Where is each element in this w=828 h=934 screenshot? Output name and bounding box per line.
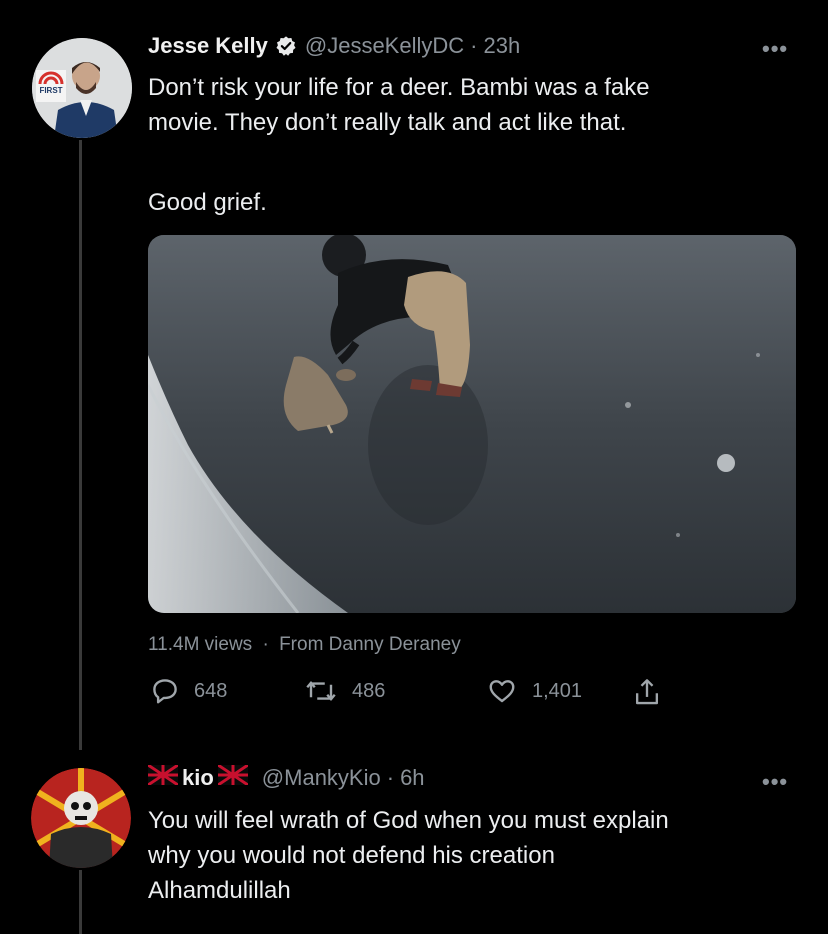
tweet-text: Don’t risk your life for a deer. Bambi w… xyxy=(148,70,650,140)
tweet-meta: 11.4M views · From Danny Deraney xyxy=(148,634,461,656)
header-separator: · xyxy=(470,33,478,58)
tweet-text-line: Don’t risk your life for a deer. Bambi w… xyxy=(148,74,650,101)
avatar-badge-text: FIRST xyxy=(39,86,63,95)
reply-count: 648 xyxy=(194,679,228,702)
reply-button[interactable]: 648 xyxy=(150,676,227,706)
more-options-button[interactable]: ••• xyxy=(762,36,788,62)
share-icon xyxy=(632,676,662,708)
reply-text-line: why you would not defend his creation xyxy=(148,842,555,869)
retweet-icon xyxy=(304,676,338,706)
like-icon xyxy=(486,676,518,706)
tweet-text-last-line: Good grief. xyxy=(148,189,267,216)
meta-separator: · xyxy=(262,634,269,655)
reply-more-options-button[interactable]: ••• xyxy=(762,769,788,795)
like-button[interactable]: 1,401 xyxy=(486,676,582,706)
retweet-button[interactable]: 486 xyxy=(304,676,385,706)
author-handle[interactable]: @JesseKellyDC xyxy=(305,33,464,59)
reply-author-avatar[interactable] xyxy=(31,768,131,868)
reply-text-line: You will feel wrath of God when you must… xyxy=(148,807,669,834)
tweet-actions: 648 486 1,401 xyxy=(148,676,708,716)
reply-header: kio @MankyKio · 6h xyxy=(147,763,425,791)
reply-author-name[interactable]: kio xyxy=(182,765,214,791)
author-avatar[interactable]: FIRST xyxy=(32,38,132,138)
video-source[interactable]: From Danny Deraney xyxy=(279,634,461,655)
retweet-count: 486 xyxy=(352,679,386,702)
flag-icon xyxy=(147,763,179,791)
flag-icon xyxy=(216,763,249,791)
share-button[interactable] xyxy=(632,676,662,708)
tweet-text-line: movie. They don’t really talk and act li… xyxy=(148,109,627,136)
reply-header-separator: · xyxy=(386,765,395,790)
tweet-video[interactable] xyxy=(148,235,796,613)
verified-badge-icon xyxy=(275,35,297,57)
author-name[interactable]: Jesse Kelly xyxy=(148,33,268,59)
thread-line-bottom xyxy=(79,870,82,934)
reply-text: You will feel wrath of God when you must… xyxy=(148,803,669,908)
tweet-time[interactable]: 23h xyxy=(483,33,520,59)
view-count: 11.4M views xyxy=(148,634,253,655)
avatar-badge: FIRST xyxy=(36,70,66,102)
thread-line-top xyxy=(79,140,82,750)
reply-author-handle[interactable]: @MankyKio xyxy=(262,765,381,791)
reply-time[interactable]: 6h xyxy=(400,765,424,791)
tweet-header: Jesse Kelly @JesseKellyDC · 23h xyxy=(148,33,520,59)
reply-icon xyxy=(150,676,180,706)
reply-text-line: Alhamdulillah xyxy=(148,877,291,904)
like-count: 1,401 xyxy=(532,679,583,702)
